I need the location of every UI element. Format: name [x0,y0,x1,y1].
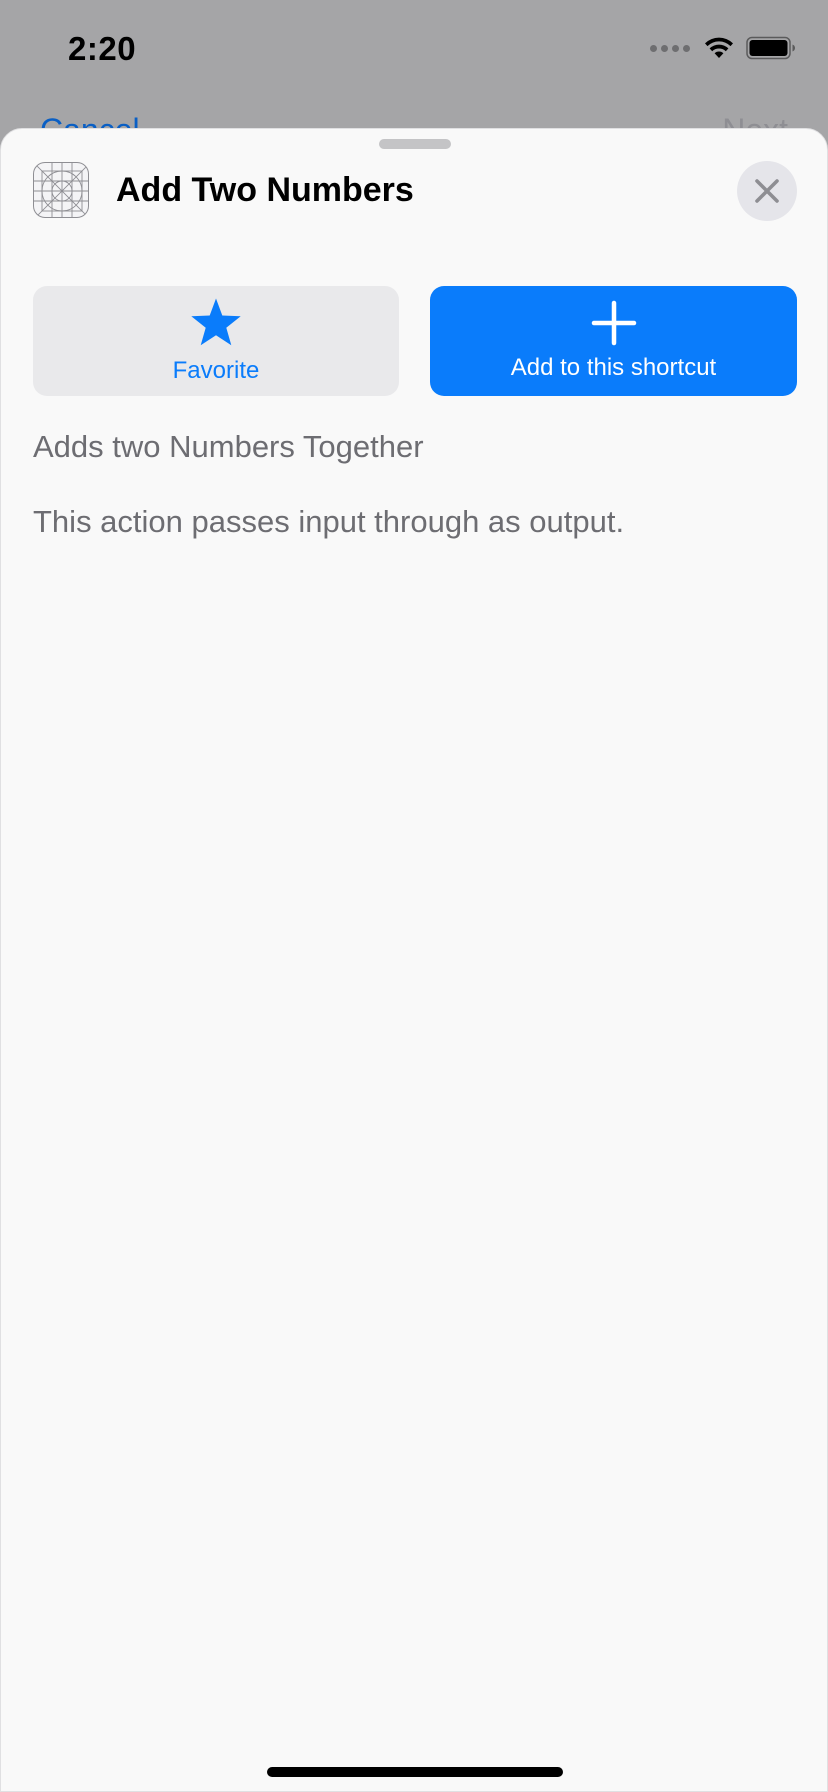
sheet-title: Add Two Numbers [116,171,414,209]
status-icons [650,36,796,60]
plus-icon [591,300,636,346]
signal-dots-icon [650,44,690,52]
input-output-note: This action passes input through as outp… [33,504,625,539]
favorite-label: Favorite [172,357,260,384]
battery-icon [746,36,795,60]
favorite-button[interactable]: Favorite [33,286,399,396]
action-detail-sheet: Add Two Numbers Favorite Add to this sho… [0,128,828,1792]
star-icon [191,298,241,346]
status-time: 2:20 [68,30,137,67]
close-icon [755,179,779,203]
sheet-grabber[interactable] [379,139,451,149]
close-button[interactable] [737,161,797,221]
home-indicator [267,1767,563,1777]
status-bar: 2:20 [0,0,828,100]
wifi-icon [705,37,733,58]
action-grid-icon [33,162,89,218]
action-description: Adds two Numbers Together [33,429,424,464]
add-to-shortcut-label: Add to this shortcut [510,354,717,381]
add-to-shortcut-button[interactable]: Add to this shortcut [430,286,797,396]
